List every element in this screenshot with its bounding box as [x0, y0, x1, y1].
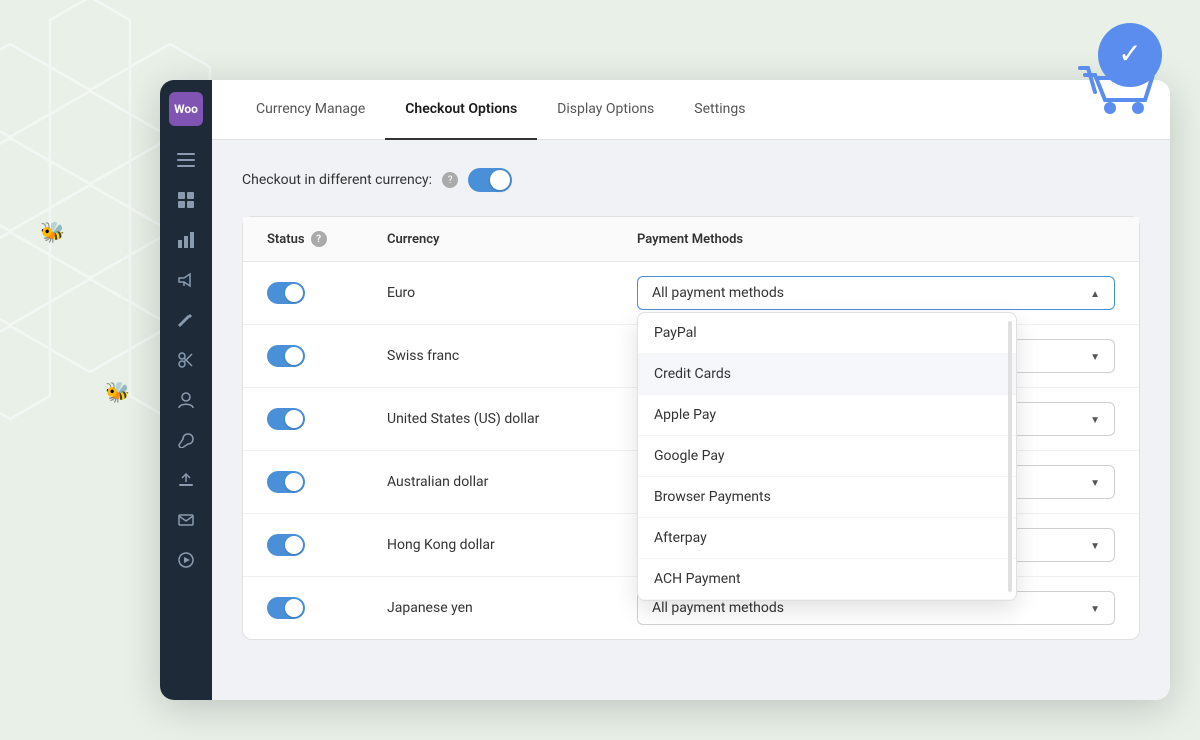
main-content: Currency Manage Checkout Options Display… [212, 80, 1170, 700]
content-area: Checkout in different currency: ? Status… [212, 140, 1170, 700]
dropdown-trigger-euro[interactable]: All payment methods [637, 276, 1115, 310]
sidebar-item-menu[interactable] [168, 142, 204, 178]
chevron-down-icon-aud [1090, 474, 1100, 490]
tabs-bar: Currency Manage Checkout Options Display… [212, 80, 1170, 140]
tab-settings[interactable]: Settings [674, 80, 765, 140]
dropdown-item-ach-payment[interactable]: ACH Payment [638, 559, 1016, 600]
toggle-euro[interactable] [267, 282, 387, 304]
currency-euro: Euro [387, 285, 637, 301]
dropdown-item-paypal[interactable]: PayPal [638, 313, 1016, 354]
toggle-hkd[interactable] [267, 534, 387, 556]
dropdown-value-jpy: All payment methods [652, 600, 784, 616]
currency-jpy: Japanese yen [387, 600, 637, 616]
sidebar-item-chart[interactable] [168, 222, 204, 258]
currency-aud: Australian dollar [387, 474, 637, 490]
sidebar-item-scissors[interactable] [168, 342, 204, 378]
toggle-usd[interactable] [267, 408, 387, 430]
currency-table: Status ? Currency Payment Methods Euro [242, 216, 1140, 640]
chevron-down-icon-swiss [1090, 348, 1100, 364]
sidebar-item-pen[interactable] [168, 302, 204, 338]
dropdown-item-browser-payments[interactable]: Browser Payments [638, 477, 1016, 518]
sidebar: Woo [160, 80, 212, 700]
cart-decoration: ✓ [1070, 20, 1170, 124]
svg-text:✓: ✓ [1118, 37, 1141, 70]
sidebar-item-mail[interactable] [168, 502, 204, 538]
currency-hkd: Hong Kong dollar [387, 537, 637, 553]
sidebar-item-wrench[interactable] [168, 422, 204, 458]
tab-checkout-options[interactable]: Checkout Options [385, 80, 537, 140]
dropdown-menu-euro: PayPal Credit Cards Apple Pay Google Pay… [637, 312, 1017, 601]
tab-display-options[interactable]: Display Options [537, 80, 674, 140]
bee-decoration-2: 🐝 [105, 380, 130, 404]
header-status-label: Status [267, 232, 305, 247]
checkout-toggle-switch[interactable] [468, 168, 512, 192]
sidebar-item-user[interactable] [168, 382, 204, 418]
currency-swiss-franc: Swiss franc [387, 348, 637, 364]
table-row-euro: Euro All payment methods PayPal Credit C… [243, 262, 1139, 325]
chevron-down-icon-hkd [1090, 537, 1100, 553]
chevron-up-icon [1090, 285, 1100, 301]
header-status: Status ? [267, 231, 387, 247]
checkout-toggle-label: Checkout in different currency: [242, 172, 432, 188]
header-currency-label: Currency [387, 232, 439, 247]
toggle-swiss-franc[interactable] [267, 345, 387, 367]
header-status-help-icon[interactable]: ? [311, 231, 327, 247]
bee-decoration-1: 🐝 [40, 220, 65, 244]
sidebar-item-upload[interactable] [168, 462, 204, 498]
checkout-toggle-row: Checkout in different currency: ? [242, 168, 1140, 192]
dropdown-value-euro: All payment methods [652, 285, 784, 301]
header-currency: Currency [387, 231, 637, 247]
checkout-toggle-help-icon[interactable]: ? [442, 172, 458, 188]
app-container: Woo [160, 80, 1170, 700]
chevron-down-icon-usd [1090, 411, 1100, 427]
table-header: Status ? Currency Payment Methods [243, 217, 1139, 262]
header-payment-methods: Payment Methods [637, 231, 1115, 247]
sidebar-item-grid[interactable] [168, 182, 204, 218]
chevron-down-icon-jpy [1090, 600, 1100, 616]
currency-usd: United States (US) dollar [387, 411, 637, 427]
header-payment-label: Payment Methods [637, 232, 743, 247]
tab-currency-manage[interactable]: Currency Manage [236, 80, 385, 140]
toggle-aud[interactable] [267, 471, 387, 493]
sidebar-item-megaphone[interactable] [168, 262, 204, 298]
dropdown-item-google-pay[interactable]: Google Pay [638, 436, 1016, 477]
dropdown-item-apple-pay[interactable]: Apple Pay [638, 395, 1016, 436]
sidebar-item-play[interactable] [168, 542, 204, 578]
dropdown-euro: All payment methods PayPal Credit Cards … [637, 276, 1115, 310]
dropdown-item-credit-cards[interactable]: Credit Cards [638, 354, 1016, 395]
sidebar-logo: Woo [169, 92, 203, 126]
dropdown-item-afterpay[interactable]: Afterpay [638, 518, 1016, 559]
toggle-jpy[interactable] [267, 597, 387, 619]
dropdown-scrollbar [1008, 321, 1012, 592]
